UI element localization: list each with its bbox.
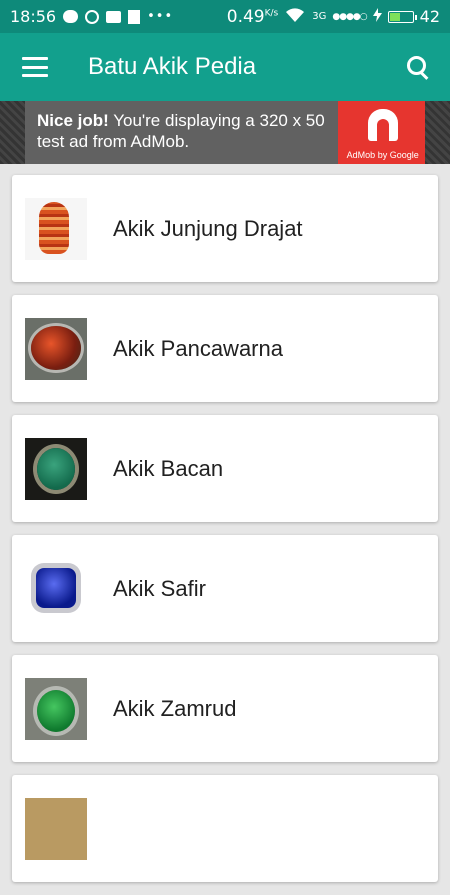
document-icon xyxy=(128,9,141,24)
list-item-akik-safir[interactable]: Akik Safir xyxy=(12,535,438,642)
list-item-label: Akik Zamrud xyxy=(113,695,237,721)
admob-logo-icon xyxy=(367,109,398,141)
list-item-label: Akik Pancawarna xyxy=(113,335,283,361)
gem-thumbnail xyxy=(25,677,87,740)
admob-logo-text: AdMob by Google xyxy=(346,150,419,160)
gem-thumbnail xyxy=(25,557,87,620)
battery-level: 42 xyxy=(419,7,440,26)
battery-icon xyxy=(387,10,417,23)
gem-thumbnail xyxy=(25,797,87,860)
ad-bold-text: Nice job! xyxy=(37,111,109,130)
network-speed: 0.49K/s xyxy=(227,7,278,27)
gem-thumbnail xyxy=(25,197,87,260)
signal-strength-icon: ●●●●○ xyxy=(332,11,367,22)
ad-text: Nice job! You're displaying a 320 x 50 t… xyxy=(25,101,338,164)
network-speed-value: 0.49 xyxy=(226,6,265,27)
list-item-partial[interactable] xyxy=(12,775,438,882)
battery-fill xyxy=(389,12,400,21)
test-ad[interactable]: Nice job! You're displaying a 320 x 50 t… xyxy=(25,101,425,164)
hamburger-menu-icon[interactable] xyxy=(22,57,48,77)
ad-banner[interactable]: Nice job! You're displaying a 320 x 50 t… xyxy=(0,101,450,164)
app-bar: Batu Akik Pedia xyxy=(0,33,450,101)
search-icon[interactable] xyxy=(406,55,430,80)
message-icon xyxy=(106,10,122,23)
admob-logo: AdMob by Google xyxy=(337,101,425,164)
list-item-label: Akik Junjung Drajat xyxy=(113,215,303,241)
list-item-akik-junjung-drajat[interactable]: Akik Junjung Drajat xyxy=(12,175,438,282)
app-title: Batu Akik Pedia xyxy=(88,53,257,80)
list-item-akik-pancawarna[interactable]: Akik Pancawarna xyxy=(12,295,438,402)
list-item-label: Akik Safir xyxy=(113,575,206,601)
whatsapp-icon xyxy=(85,9,100,24)
more-notifications-icon: ••• xyxy=(147,9,174,24)
gem-thumbnail xyxy=(25,317,87,380)
list-item-akik-bacan[interactable]: Akik Bacan xyxy=(12,415,438,522)
charging-icon xyxy=(372,7,382,26)
clock: 18:56 xyxy=(10,7,57,26)
network-speed-unit: K/s xyxy=(264,7,279,18)
gem-list: Akik Junjung Drajat Akik Pancawarna Akik… xyxy=(12,175,438,895)
network-type: 3G xyxy=(312,11,327,22)
list-item-akik-zamrud[interactable]: Akik Zamrud xyxy=(12,655,438,762)
list-item-label: Akik Bacan xyxy=(113,455,224,481)
chat-bubble-icon xyxy=(63,10,79,23)
gem-thumbnail xyxy=(25,437,87,500)
status-bar: 18:56 ••• 0.49K/s 3G ●●●●○ 42 xyxy=(0,0,450,33)
wifi-icon xyxy=(284,7,306,27)
